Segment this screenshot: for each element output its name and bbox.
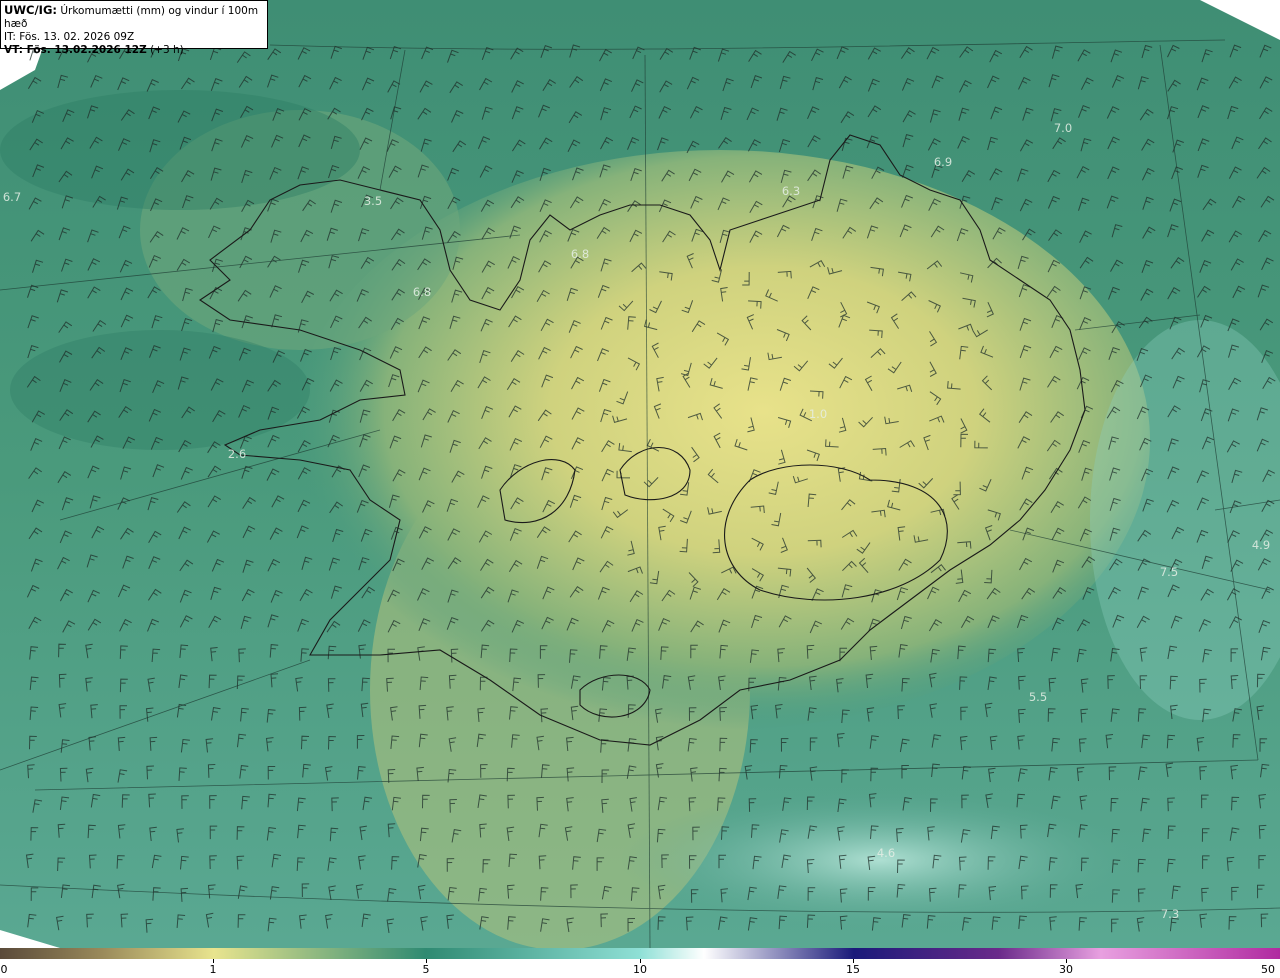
map-value-label: 6.8 — [412, 285, 432, 299]
map-value-label: 2.6 — [227, 447, 247, 461]
model-label: UWC/IG: — [4, 3, 57, 17]
map-value-label: 6.3 — [781, 184, 801, 198]
colorbar-tick-label: 15 — [846, 963, 860, 976]
colorbar-tick-label: 30 — [1059, 963, 1073, 976]
map-value-label: 6.8 — [570, 247, 590, 261]
map-title-box: UWC/IG: Úrkomumætti (mm) og vindur í 100… — [0, 0, 268, 56]
colorbar — [0, 948, 1280, 959]
map-value-label: 6.7 — [2, 190, 22, 204]
map-value-label: 4.9 — [1251, 538, 1271, 552]
valid-time: VT: Fös. 13.02.2026 12Z (+3 h) — [4, 44, 264, 57]
map-value-label: 7.5 — [1159, 565, 1179, 579]
map-value-label: 6.9 — [933, 155, 953, 169]
colorbar-tick-label: 50 — [1261, 963, 1275, 976]
valid-time-label: VT: Fös. 13.02.2026 12Z — [4, 44, 147, 56]
map-value-label: 3.5 — [363, 194, 383, 208]
colorbar-tick-label: 5 — [422, 963, 430, 976]
colorbar-tick-label: 10 — [633, 963, 647, 976]
map-canvas — [0, 0, 1280, 948]
map-value-label: 7.3 — [1160, 907, 1180, 921]
map-value-label: 1.0 — [808, 407, 828, 421]
colorbar-ticks: 0 1 5 10 15 30 50 — [0, 961, 1280, 978]
map-value-label: 5.5 — [1028, 690, 1048, 704]
map-value-label: 7.0 — [1053, 121, 1073, 135]
map-value-label: 4.6 — [876, 846, 896, 860]
colorbar-tick-label: 0 — [0, 963, 8, 976]
initial-time: IT: Fös. 13. 02. 2026 09Z — [4, 31, 135, 43]
precipitation-wind-map[interactable]: 3.5 6.7 6.8 6.8 6.3 6.9 7.0 2.6 1.0 4.9 … — [0, 0, 1280, 948]
product-title: UWC/IG: Úrkomumætti (mm) og vindur í 100… — [4, 4, 264, 31]
lead-time: (+3 h) — [150, 44, 184, 56]
colorbar-tick-label: 1 — [209, 963, 217, 976]
